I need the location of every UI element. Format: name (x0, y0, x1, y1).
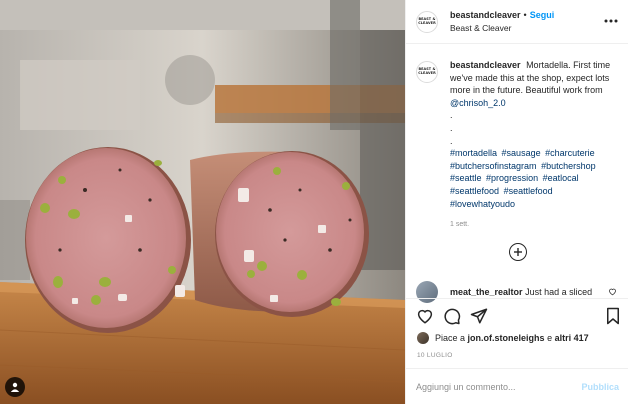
hashtag-link[interactable]: #seattle (450, 173, 482, 183)
account-username[interactable]: beastandcleaver (450, 10, 521, 20)
avatar-logo: BEAST & CLEAVER (418, 16, 436, 25)
liker-avatar[interactable] (417, 332, 429, 344)
post-caption: BEAST & CLEAVER beastandcleaver Mortadel… (416, 59, 621, 232)
comment-icon[interactable] (443, 307, 461, 327)
account-avatar[interactable]: BEAST & CLEAVER (416, 10, 438, 33)
separator-dot: • (523, 10, 527, 20)
comment-input[interactable] (416, 381, 582, 392)
hashtag-link[interactable]: #charcuterie (545, 148, 595, 158)
caption-username[interactable]: beastandcleaver (450, 60, 521, 70)
comment-text: Just had a sliced (525, 287, 593, 297)
likes-summary: Piace a jon.of.stoneleighs e altri 417 (417, 332, 589, 344)
hashtag-link[interactable]: #progression (486, 173, 538, 183)
comment-text-block: meat_the_realtor Just had a sliced (450, 287, 600, 297)
mortadella-photo (0, 0, 405, 404)
hashtag-link[interactable]: #sausage (502, 148, 541, 158)
hashtag-link[interactable]: #lovewhatyoudo (450, 199, 515, 209)
hashtag-link[interactable]: #seattlefood (504, 186, 553, 196)
likes-prefix: Piace a (435, 333, 466, 343)
account-info: beastandcleaver • Segui Beast & Cleaver (450, 10, 554, 33)
caption-body: beastandcleaver Mortadella. First time w… (450, 59, 620, 232)
caption-dot-1: . (450, 110, 453, 121)
caption-dot-3: . (450, 135, 453, 146)
instagram-post-view: BEAST & CLEAVER beastandcleaver • Segui … (0, 0, 628, 404)
likes-others[interactable]: altri 417 (555, 333, 589, 343)
caption-time-ago[interactable]: 1 sett. (450, 219, 620, 232)
post-side-panel: BEAST & CLEAVER beastandcleaver • Segui … (405, 0, 628, 404)
user-tag-icon[interactable] (5, 377, 25, 397)
more-horizontal-icon[interactable] (604, 16, 618, 23)
comment-heart-icon[interactable] (608, 287, 617, 298)
likes-user[interactable]: jon.of.stoneleighs (468, 333, 545, 343)
hashtag-link[interactable]: #butchersofinstagram (450, 161, 537, 171)
caption-avatar[interactable]: BEAST & CLEAVER (416, 61, 438, 83)
add-comment-bar: Pubblica (406, 368, 628, 404)
plus-circle-icon[interactable] (509, 243, 527, 261)
caption-dot-2: . (450, 122, 453, 133)
post-image[interactable] (0, 0, 405, 404)
share-icon[interactable] (470, 307, 488, 327)
comment-username[interactable]: meat_the_realtor (450, 287, 523, 297)
hashtag-link[interactable]: #seattlefood (450, 186, 499, 196)
account-line: beastandcleaver • Segui (450, 10, 554, 20)
caption-hashtags: #mortadella #sausage #charcuterie #butch… (450, 147, 620, 210)
caption-avatar-logo: BEAST & CLEAVER (418, 67, 436, 75)
hashtag-link[interactable]: #mortadella (450, 148, 497, 158)
post-header: BEAST & CLEAVER beastandcleaver • Segui … (406, 0, 628, 44)
likes-middle: e (547, 333, 553, 343)
hashtag-link[interactable]: #butchershop (541, 161, 596, 171)
hashtag-link[interactable]: #eatlocal (543, 173, 579, 183)
follow-button[interactable]: Segui (530, 10, 555, 20)
post-date[interactable]: 10 LUGLIO (417, 352, 453, 359)
bookmark-icon[interactable] (605, 307, 621, 327)
account-display-name: Beast & Cleaver (450, 23, 512, 33)
heart-icon[interactable] (416, 307, 434, 327)
caption-text-block: beastandcleaver Mortadella. First time w… (450, 59, 620, 109)
caption-mention[interactable]: @chrisoh_2.0 (450, 98, 506, 108)
publish-button[interactable]: Pubblica (581, 382, 619, 392)
